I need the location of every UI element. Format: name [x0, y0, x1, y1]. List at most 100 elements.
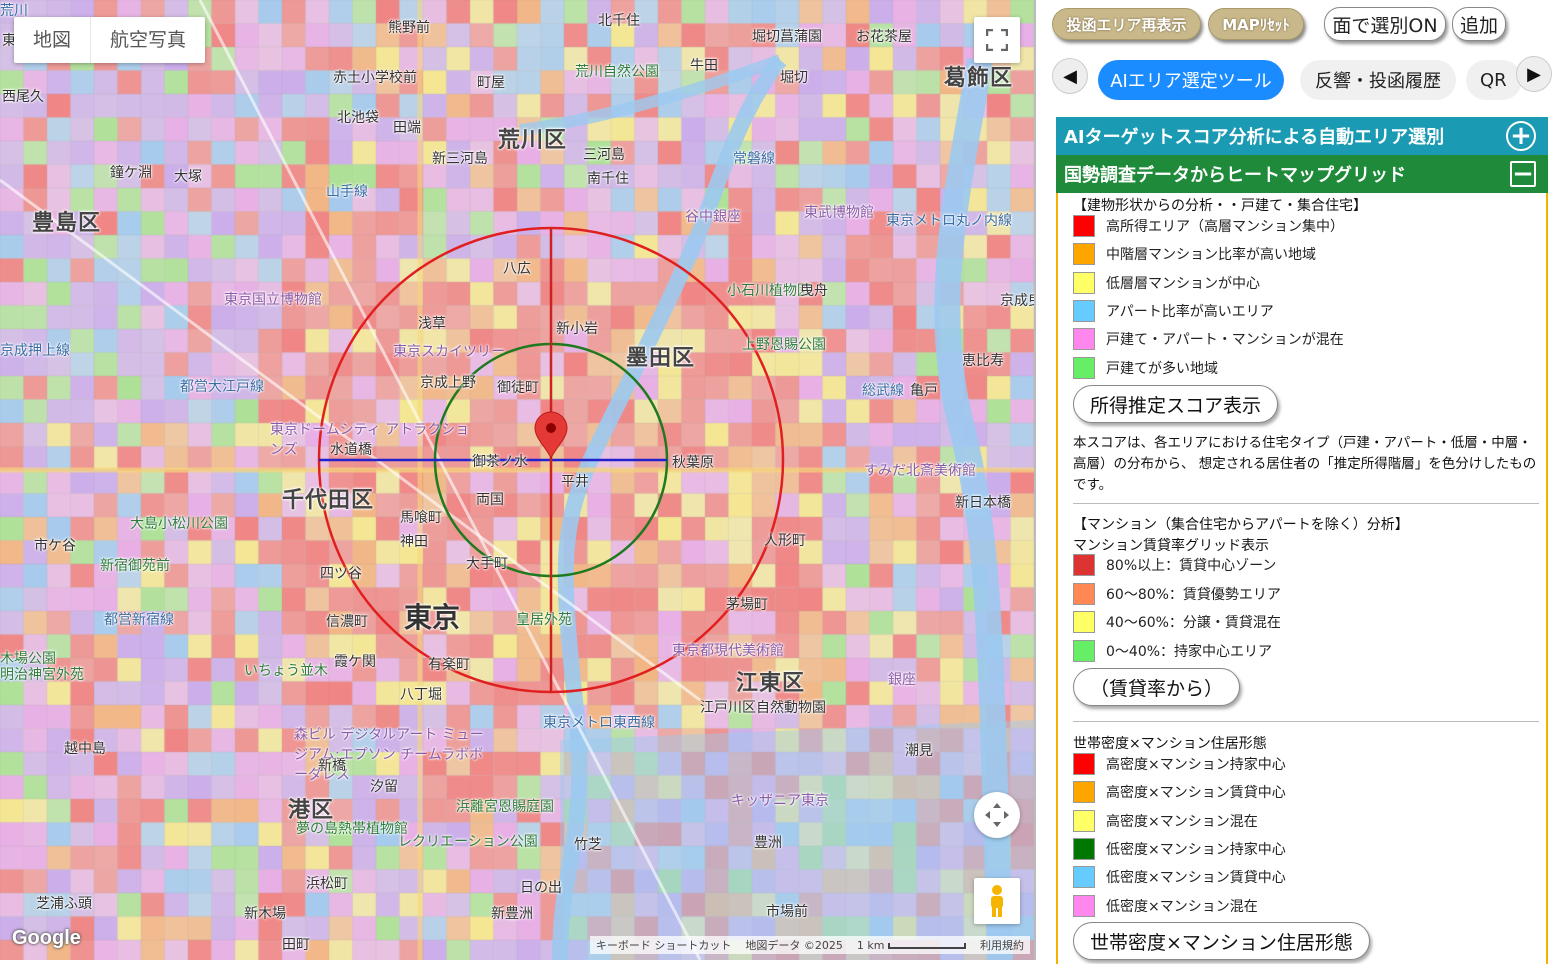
density-housing-button[interactable]: 世帯密度×マンション住居形態: [1073, 922, 1370, 960]
place-label: 南千住: [587, 171, 629, 187]
road-diagonal-2: [198, 0, 702, 960]
place-label: 人形町: [764, 533, 806, 549]
legend-swatch: [1073, 356, 1095, 379]
place-label: 浜松町: [306, 876, 348, 892]
legend-label: 中階層マンション比率が高い地域: [1106, 247, 1316, 264]
census-heatmap-accordion-header[interactable]: 国勢調査データからヒートマップグリッド −: [1056, 155, 1548, 193]
legend-label: アパート比率が高いエリア: [1106, 303, 1274, 320]
map-type-control[interactable]: 地図 航空写真: [14, 17, 206, 63]
legend-swatch: [1073, 894, 1095, 917]
building-legend-item: アパート比率が高いエリア: [1073, 299, 1274, 322]
legend-swatch: [1073, 328, 1095, 351]
place-label: 平井: [561, 474, 589, 490]
density-legend-item: 低密度×マンション混在: [1073, 894, 1258, 917]
building-legend-item: 低層層マンションが中心: [1073, 271, 1260, 294]
place-label: 神田: [400, 534, 428, 550]
building-legend-item: 中階層マンション比率が高い地域: [1073, 243, 1316, 266]
map-reset-button[interactable]: MAPﾘｾｯﾄ: [1208, 8, 1304, 40]
legend-label: 戸建てが多い地域: [1106, 360, 1218, 377]
divider: [1073, 721, 1539, 722]
terms-link[interactable]: 利用規約: [980, 937, 1024, 953]
rental-rate-button[interactable]: （賃貸率から）: [1073, 668, 1241, 706]
legend-swatch: [1073, 781, 1095, 804]
place-label: 両国: [476, 492, 504, 508]
place-label: 曳舟: [800, 283, 828, 299]
place-label: 四ツ谷: [320, 566, 362, 582]
tab-prev-button[interactable]: ◀: [1052, 58, 1088, 94]
density-legend-item: 高密度×マンション混在: [1073, 809, 1258, 832]
ward-label: 千代田区: [282, 488, 375, 513]
income-score-button[interactable]: 所得推定スコア表示: [1073, 385, 1279, 423]
ward-label: 荒川区: [498, 128, 568, 153]
place-label: 新日本橋: [955, 495, 1011, 511]
legend-swatch: [1073, 639, 1095, 662]
tab-qr[interactable]: QR: [1466, 60, 1522, 100]
place-label: 芝浦ふ頭: [36, 896, 92, 912]
density-legend-item: 低密度×マンション賃貸中心: [1073, 866, 1286, 889]
legend-label: 40〜60%：分譲・賃貸混在: [1106, 615, 1281, 632]
scale-label: 1 km: [857, 939, 966, 952]
legend-label: 低密度×マンション賃貸中心: [1106, 870, 1286, 887]
place-label: 上野恩賜公園: [742, 337, 826, 353]
redisplay-area-button[interactable]: 投函エリア再表示: [1052, 8, 1201, 40]
score-description: 本スコアは、各エリアにおける住宅タイプ（戸建・アパート・低層・中層・高層）の分布…: [1073, 435, 1537, 493]
legend-label: 高密度×マンション賃貸中心: [1106, 785, 1286, 802]
add-button[interactable]: 追加: [1452, 7, 1506, 41]
street-view-button[interactable]: [974, 878, 1020, 924]
map-attribution: キーボード ショートカット 地図データ ©2025 1 km 利用規約: [589, 936, 1030, 954]
place-label: 八丁堀: [400, 687, 442, 703]
tab-next-button[interactable]: ▶: [1516, 56, 1552, 92]
fullscreen-button[interactable]: [974, 17, 1020, 63]
scale-bar: [888, 942, 966, 949]
place-label: 東京スカイツリー: [393, 344, 505, 360]
map-tab[interactable]: 地図: [14, 17, 90, 63]
ward-label: 豊島区: [32, 211, 102, 236]
collapse-minus-icon[interactable]: −: [1510, 161, 1536, 187]
rental-section-title: 【マンション（集合住宅からアパートを除く）分析】: [1073, 517, 1409, 533]
place-label: 東京国立博物館: [224, 292, 322, 308]
area-select-toggle-button[interactable]: 面で選別ON: [1324, 7, 1446, 41]
divider: [1073, 503, 1539, 504]
place-label: 北千住: [598, 13, 640, 29]
rental-legend-item: 40〜60%：分譲・賃貸混在: [1073, 611, 1281, 634]
legend-swatch: [1073, 582, 1095, 605]
place-label: 皇居外苑: [516, 612, 572, 628]
tab-response-history[interactable]: 反響・投函履歴: [1300, 60, 1456, 100]
density-section-title: 世帯密度×マンション住居形態: [1073, 736, 1267, 752]
legend-label: 高密度×マンション持家中心: [1106, 757, 1286, 773]
legend-label: 低密度×マンション持家中心: [1106, 841, 1286, 858]
place-label: 新小岩: [556, 321, 598, 337]
place-label: 堀切菖蒲園: [752, 29, 822, 45]
density-legend-item: 低密度×マンション持家中心: [1073, 837, 1286, 860]
place-label: 京成曳舟: [1000, 293, 1034, 309]
place-label: 田端: [393, 120, 421, 136]
place-label: 北池袋: [337, 110, 379, 126]
recenter-button[interactable]: [974, 792, 1020, 838]
legend-swatch: [1073, 299, 1095, 322]
census-heatmap-accordion-title: 国勢調査データからヒートマップグリッド: [1064, 165, 1406, 186]
place-label: 浅草: [418, 316, 446, 332]
map-data-credit: 地図データ ©2025: [745, 939, 843, 952]
density-legend-item: 高密度×マンション持家中心: [1073, 753, 1286, 775]
legend-swatch: [1073, 271, 1095, 294]
place-label: すみだ北斎美術館: [864, 463, 976, 479]
place-label: 西尾久: [2, 89, 44, 105]
tab-ai-area-tool[interactable]: AIエリア選定ツール: [1098, 60, 1284, 100]
legend-swatch: [1073, 837, 1095, 860]
satellite-tab[interactable]: 航空写真: [90, 17, 205, 63]
place-label: 明治神宮外苑: [0, 667, 84, 683]
keyboard-shortcuts-link[interactable]: キーボード ショートカット: [596, 937, 732, 953]
map-view[interactable]: 豊島区荒川区墨田区千代田区江東区葛飾区港区東京熊野前北千住堀切菖蒲園お花茶屋東尾…: [0, 0, 1036, 960]
fullscreen-icon: [986, 29, 1008, 51]
expand-plus-icon[interactable]: +: [1506, 121, 1536, 151]
ai-score-accordion-header[interactable]: AIターゲットスコア分析による自動エリア選別 +: [1056, 117, 1548, 155]
place-label: 新豊洲: [491, 906, 533, 922]
place-label: 荒川自然公園: [575, 64, 659, 80]
place-label: 汐留: [370, 779, 398, 795]
place-label: レクリエーション公園: [398, 834, 538, 850]
place-label: 八広: [503, 261, 531, 277]
place-label: 馬喰町: [400, 510, 442, 526]
rental-legend-item: 80%以上：賃貸中心ゾーン: [1073, 554, 1276, 576]
place-label: 潮見: [905, 743, 933, 759]
map-pin-icon[interactable]: [534, 411, 568, 460]
